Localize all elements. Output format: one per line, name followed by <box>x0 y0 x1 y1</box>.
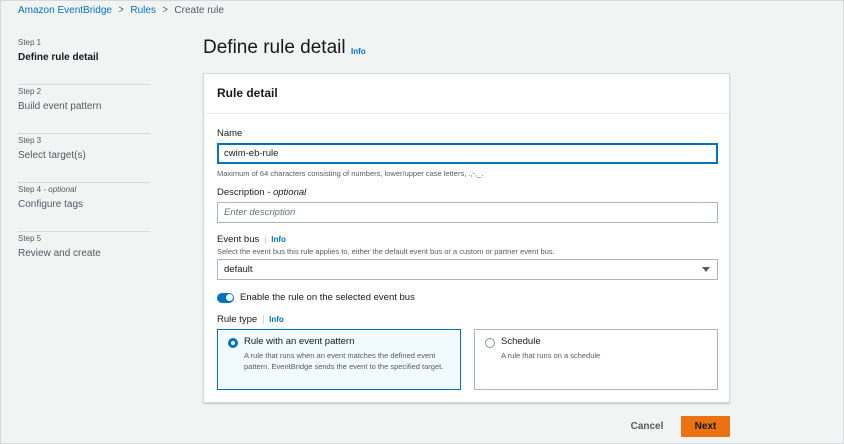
next-button[interactable]: Next <box>681 416 730 437</box>
caret-down-icon <box>702 267 710 272</box>
wizard-steps: Step 1 Define rule detail Step 2 Build e… <box>18 36 150 281</box>
page-title: Define rule detail <box>203 37 346 58</box>
breadcrumb: Amazon EventBridge > Rules > Create rule <box>18 4 224 16</box>
step-label: Build event pattern <box>18 101 102 112</box>
step-number: Step 2 <box>18 87 42 96</box>
event-bus-label: Event bus Info <box>217 234 286 245</box>
step-label: Review and create <box>18 248 101 259</box>
rule-type-event-pattern-tile[interactable]: Rule with an event pattern A rule that r… <box>217 329 461 390</box>
chevron-right-icon: > <box>162 4 168 16</box>
cancel-button[interactable]: Cancel <box>621 417 673 437</box>
step-number: Step 5 <box>18 234 42 243</box>
name-hint: Maximum of 64 characters consisting of n… <box>217 169 484 178</box>
radio-unselected-icon[interactable] <box>485 338 495 348</box>
rule-type-label: Rule type Info <box>217 314 284 325</box>
chevron-right-icon: > <box>118 4 124 16</box>
tile-title: Rule with an event pattern <box>244 336 355 347</box>
step-4: Step 4 - optional Configure tags <box>18 183 150 232</box>
description-input[interactable]: Enter description <box>217 202 718 223</box>
radio-selected-icon[interactable] <box>228 338 238 348</box>
event-bus-hint: Select the event bus this rule applies t… <box>217 247 555 256</box>
toggle-knob <box>225 294 233 301</box>
step-2: Step 2 Build event pattern <box>18 85 150 134</box>
rule-detail-panel: Rule detail Name cwim-eb-rule Maximum of… <box>203 73 730 403</box>
step-5: Step 5 Review and create <box>18 232 150 281</box>
step-number: Step 4 - optional <box>18 185 77 194</box>
rule-type-schedule-tile[interactable]: Schedule A rule that runs on a schedule <box>474 329 718 390</box>
step-number: Step 3 <box>18 136 42 145</box>
enable-rule-row: Enable the rule on the selected event bu… <box>217 292 415 303</box>
event-bus-select[interactable]: default <box>217 259 718 280</box>
breadcrumb-current: Create rule <box>174 4 224 16</box>
event-bus-info-link[interactable]: Info <box>265 235 286 244</box>
title-info-link[interactable]: Info <box>351 47 366 56</box>
tile-title: Schedule <box>501 336 541 347</box>
rule-type-info-link[interactable]: Info <box>263 315 284 324</box>
page-frame: Amazon EventBridge > Rules > Create rule… <box>0 0 844 444</box>
name-label: Name <box>217 128 243 139</box>
step-number: Step 1 <box>18 38 42 47</box>
breadcrumb-rules-link[interactable]: Rules <box>130 5 156 16</box>
step-3: Step 3 Select target(s) <box>18 134 150 183</box>
step-optional: - optional <box>41 185 77 194</box>
event-bus-value: default <box>224 264 253 275</box>
enable-rule-label: Enable the rule on the selected event bu… <box>240 292 415 303</box>
tile-description: A rule that runs on a schedule <box>501 351 601 360</box>
name-input[interactable]: cwim-eb-rule <box>217 143 718 164</box>
description-label: Description - optional <box>217 187 307 198</box>
breadcrumb-eventbridge-link[interactable]: Amazon EventBridge <box>18 5 112 16</box>
tile-description: A rule that runs when an event matches t… <box>244 351 444 371</box>
panel-title: Rule detail <box>204 74 729 114</box>
step-1: Step 1 Define rule detail <box>18 36 150 85</box>
step-label: Configure tags <box>18 199 84 210</box>
step-label: Select target(s) <box>18 150 86 161</box>
step-label: Define rule detail <box>18 52 99 63</box>
enable-rule-toggle[interactable] <box>217 292 234 303</box>
